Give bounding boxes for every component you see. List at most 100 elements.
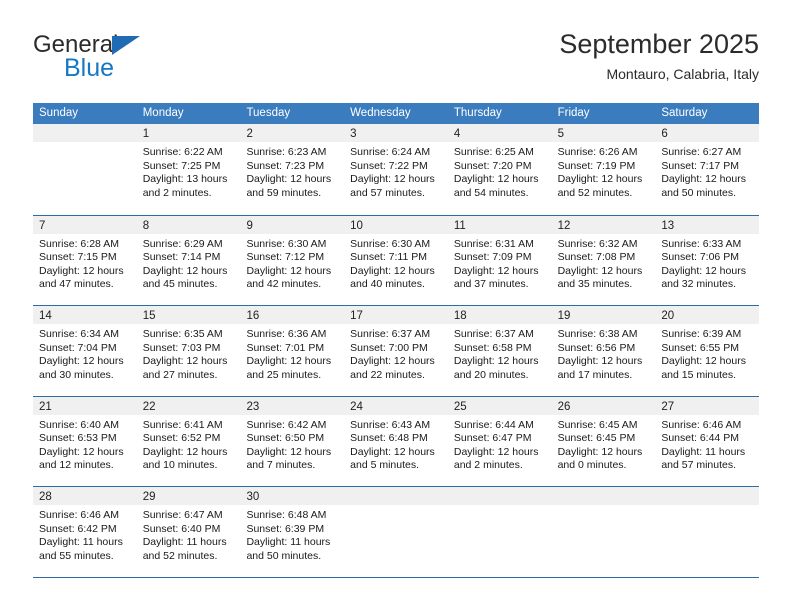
day-cell-4[interactable]: 4 Sunrise: 6:25 AM Sunset: 7:20 PM Daylight… — [447, 124, 552, 215]
day-number-band: 10 — [344, 215, 448, 234]
daylight-text-line2: and 40 minutes. — [350, 278, 425, 291]
calendar-grid: Sunday Monday Tuesday Wednesday Thursday Frid… — [33, 103, 760, 578]
day-cell-10[interactable]: 10 Sunrise: 6:30 AM Sunset: 7:11 PM Dayligh… — [344, 215, 448, 305]
day-cell-21[interactable]: 21 Sunrise: 6:40 AM Sunset: 6:53 PM Dayligh… — [33, 396, 137, 486]
day-cell-9[interactable]: 9 Sunrise: 6:30 AM Sunset: 7:12 PM Daylight… — [240, 215, 345, 305]
day-number-band: 9 — [240, 215, 345, 234]
page-subtitle: Montauro, Calabria, Italy — [606, 66, 759, 82]
day-cell-19[interactable]: 19 Sunrise: 6:38 AM Sunset: 6:56 PM Dayligh… — [551, 306, 656, 396]
daylight-text-line1: Daylight: 12 hours — [142, 264, 228, 277]
sunset-text: Sunset: 6:45 PM — [557, 432, 636, 445]
day-number: 4 — [453, 128, 461, 140]
day-cell-15[interactable]: 15 Sunrise: 6:35 AM Sunset: 7:03 PM Dayligh… — [136, 306, 241, 396]
daylight-text-line1: Daylight: 12 hours — [350, 173, 435, 186]
sunset-text: Sunset: 7:12 PM — [246, 251, 325, 264]
sunset-text: Sunset: 7:06 PM — [661, 251, 739, 264]
day-number: 9 — [246, 219, 253, 232]
day-cell-24[interactable]: 24 Sunrise: 6:43 AM Sunset: 6:48 PM Dayligh… — [344, 396, 448, 486]
sunset-text: Sunset: 7:17 PM — [661, 159, 739, 172]
day-cell-27[interactable]: 27 Sunrise: 6:46 AM Sunset: 6:44 PM Dayligh… — [655, 396, 760, 486]
day-info: Sunrise: 6:37 AM Sunset: 7:00 PM Daylight:… — [344, 324, 448, 382]
daylight-text-line1: Daylight: 12 hours — [557, 264, 643, 277]
day-cell-2[interactable]: 2 Sunrise: 6:23 AM Sunset: 7:23 PM Daylight… — [240, 124, 345, 215]
day-number-band: 1 — [136, 124, 241, 142]
sunset-text: Sunset: 6:53 PM — [39, 432, 117, 445]
day-cell-7[interactable]: 7 Sunrise: 6:28 AM Sunset: 7:15 PM Daylight… — [33, 215, 137, 305]
day-info: Sunrise: 6:42 AM Sunset: 6:50 PM Daylight:… — [240, 415, 344, 473]
day-info: Sunrise: 6:48 AM Sunset: 6:39 PM Daylight:… — [240, 505, 344, 563]
day-cell-12[interactable]: 12 Sunrise: 6:32 AM Sunset: 7:08 PM Dayligh… — [551, 215, 656, 305]
sunset-text: Sunset: 7:11 PM — [350, 251, 428, 264]
day-info: Sunrise: 6:41 AM Sunset: 6:52 PM Daylight:… — [137, 415, 241, 473]
day-number-band: 24 — [344, 396, 448, 415]
day-number-band: 3 — [344, 124, 448, 142]
day-cell-empty — [344, 487, 448, 577]
day-number: 13 — [661, 219, 675, 232]
day-cell-17[interactable]: 17 Sunrise: 6:37 AM Sunset: 7:00 PM Dayligh… — [344, 306, 448, 396]
sunset-text: Sunset: 7:22 PM — [350, 159, 428, 172]
daylight-text-line2: and 20 minutes. — [453, 368, 529, 381]
day-cell-14[interactable]: 14 Sunrise: 6:34 AM Sunset: 7:04 PM Dayligh… — [33, 306, 137, 396]
day-cell-6[interactable]: 6 Sunrise: 6:27 AM Sunset: 7:17 PM Daylight… — [655, 124, 760, 215]
brand-triangle-icon — [112, 36, 140, 55]
daylight-text-line2: and 59 minutes. — [246, 186, 322, 199]
sunrise-text: Sunrise: 6:46 AM — [39, 509, 119, 521]
day-number: 28 — [39, 491, 52, 503]
day-cell-11[interactable]: 11 Sunrise: 6:31 AM Sunset: 7:09 PM Dayligh… — [447, 215, 552, 305]
day-number: 19 — [557, 310, 571, 322]
day-number-band: 7 — [33, 215, 137, 234]
day-info: Sunrise: 6:24 AM Sunset: 7:22 PM Daylight:… — [344, 142, 448, 200]
day-cell-5[interactable]: 5 Sunrise: 6:26 AM Sunset: 7:19 PM Daylight… — [551, 124, 656, 215]
day-cell-29[interactable]: 29 Sunrise: 6:47 AM Sunset: 6:40 PM Dayligh… — [136, 487, 241, 577]
day-cell-23[interactable]: 23 Sunrise: 6:42 AM Sunset: 6:50 PM Dayligh… — [240, 396, 345, 486]
day-info: Sunrise: 6:40 AM Sunset: 6:53 PM Daylight:… — [33, 415, 137, 473]
day-number: 20 — [661, 310, 675, 322]
day-cell-8[interactable]: 8 Sunrise: 6:29 AM Sunset: 7:14 PM Daylight… — [136, 215, 241, 305]
daylight-text-line2: and 35 minutes. — [557, 278, 633, 291]
day-number: 15 — [142, 310, 156, 322]
daylight-text-line1: Daylight: 12 hours — [246, 355, 332, 368]
daylight-text-line1: Daylight: 12 hours — [39, 445, 124, 458]
day-info: Sunrise: 6:35 AM Sunset: 7:03 PM Daylight:… — [137, 324, 241, 382]
day-cell-28[interactable]: 28 Sunrise: 6:46 AM Sunset: 6:42 PM Dayligh… — [33, 487, 137, 577]
day-number: 22 — [142, 400, 156, 413]
daylight-text-line2: and 50 minutes. — [661, 186, 737, 199]
day-number-band: 21 — [33, 396, 137, 415]
day-cell-20[interactable]: 20 Sunrise: 6:39 AM Sunset: 6:55 PM Dayligh… — [655, 306, 760, 396]
sunrise-text: Sunrise: 6:33 AM — [661, 237, 742, 250]
sunset-text: Sunset: 7:04 PM — [39, 341, 117, 354]
day-info: Sunrise: 6:36 AM Sunset: 7:01 PM Daylight:… — [240, 324, 344, 382]
day-info: Sunrise: 6:25 AM Sunset: 7:20 PM Daylight:… — [448, 142, 552, 200]
sunrise-text: Sunrise: 6:31 AM — [453, 237, 534, 250]
daylight-text-line1: Daylight: 12 hours — [557, 355, 643, 368]
sunrise-text: Sunrise: 6:37 AM — [453, 328, 534, 340]
day-number-band: 23 — [240, 396, 345, 415]
daylight-text-line2: and 0 minutes. — [557, 459, 627, 472]
day-cell-25[interactable]: 25 Sunrise: 6:44 AM Sunset: 6:47 PM Dayligh… — [447, 396, 552, 486]
day-cell-22[interactable]: 22 Sunrise: 6:41 AM Sunset: 6:52 PM Dayligh… — [136, 396, 241, 486]
sunset-text: Sunset: 6:42 PM — [39, 522, 117, 535]
day-cell-1[interactable]: 1 Sunrise: 6:22 AM Sunset: 7:25 PM Daylight… — [136, 124, 241, 215]
daylight-text-line2: and 50 minutes. — [246, 549, 322, 562]
calendar-week-row: 1 Sunrise: 6:22 AM Sunset: 7:25 PM Daylight… — [33, 124, 760, 215]
day-cell-13[interactable]: 13 Sunrise: 6:33 AM Sunset: 7:06 PM Dayligh… — [655, 215, 760, 305]
sunrise-text: Sunrise: 6:26 AM — [557, 146, 638, 158]
brand-logo[interactable]: General Blue — [33, 32, 253, 88]
daylight-text-line1: Daylight: 12 hours — [661, 264, 746, 277]
daylight-text-line1: Daylight: 12 hours — [350, 355, 435, 368]
daylight-text-line2: and 52 minutes. — [557, 186, 633, 199]
daylight-text-line1: Daylight: 11 hours — [661, 445, 746, 458]
daylight-text-line1: Daylight: 12 hours — [246, 445, 332, 458]
day-cell-empty — [447, 487, 552, 577]
day-cell-30[interactable]: 30 Sunrise: 6:48 AM Sunset: 6:39 PM Dayligh… — [240, 487, 345, 577]
day-cell-16[interactable]: 16 Sunrise: 6:36 AM Sunset: 7:01 PM Dayligh… — [240, 306, 345, 396]
day-info: Sunrise: 6:38 AM Sunset: 6:56 PM Daylight:… — [552, 324, 656, 382]
day-info: Sunrise: 6:32 AM Sunset: 7:08 PM Daylight:… — [552, 234, 656, 292]
day-cell-3[interactable]: 3 Sunrise: 6:24 AM Sunset: 7:22 PM Daylight… — [344, 124, 448, 215]
weekday-header-thursday: Thursday — [453, 107, 502, 119]
day-cell-18[interactable]: 18 Sunrise: 6:37 AM Sunset: 6:58 PM Dayligh… — [447, 306, 552, 396]
day-cell-26[interactable]: 26 Sunrise: 6:45 AM Sunset: 6:45 PM Dayligh… — [551, 396, 656, 486]
day-info: Sunrise: 6:23 AM Sunset: 7:23 PM Daylight:… — [240, 142, 344, 200]
title-block: September 2025 Montauro, Calabria, Italy — [559, 28, 759, 83]
day-number: 27 — [661, 400, 675, 413]
